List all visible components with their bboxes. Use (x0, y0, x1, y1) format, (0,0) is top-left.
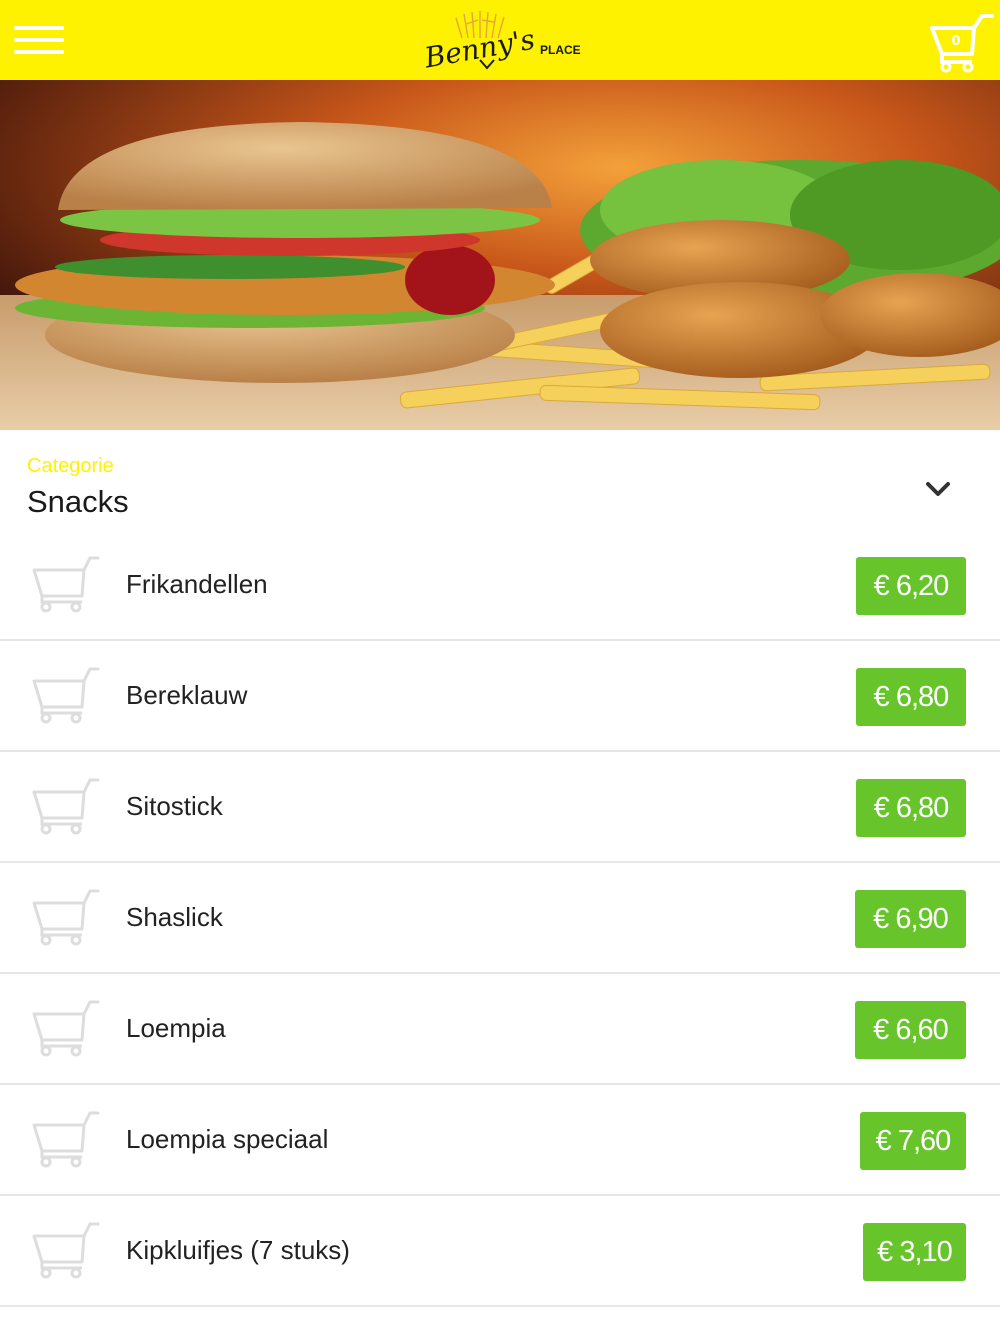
price-badge[interactable]: € 6,20 (856, 557, 966, 615)
add-to-cart-icon[interactable] (30, 1220, 100, 1280)
list-item[interactable]: Shaslick € 6,90 (0, 863, 1000, 974)
brand-logo[interactable]: Benny's PLACE (420, 8, 590, 74)
price-badge[interactable]: € 6,80 (856, 779, 966, 837)
header-cart-button[interactable]: 0 (928, 8, 994, 74)
item-name: Sitostick (126, 791, 223, 821)
price-badge[interactable]: € 6,90 (855, 890, 966, 948)
list-item[interactable]: Sitostick € 6,80 (0, 752, 1000, 863)
list-item[interactable]: Loempia € 6,60 (0, 974, 1000, 1085)
list-item[interactable]: Bereklauw € 6,80 (0, 641, 1000, 752)
price-badge[interactable]: € 3,10 (863, 1223, 966, 1281)
category-selector[interactable]: Categorie Snacks (0, 430, 1000, 530)
item-name: Shaslick (126, 902, 223, 932)
price-badge[interactable]: € 6,60 (855, 1001, 966, 1059)
cart-count-badge: 0 (951, 34, 961, 49)
add-to-cart-icon[interactable] (30, 776, 100, 836)
menu-button[interactable] (14, 24, 66, 56)
svg-text:Benny's: Benny's (421, 23, 537, 74)
category-value: Snacks (27, 484, 129, 519)
food-banner-image (0, 80, 1000, 430)
chevron-down-icon[interactable] (924, 478, 952, 500)
item-name: Kipkluifjes (7 stuks) (126, 1235, 350, 1265)
item-name: Bereklauw (126, 680, 248, 710)
category-label: Categorie (27, 455, 114, 477)
add-to-cart-icon[interactable] (30, 887, 100, 947)
svg-text:PLACE: PLACE (540, 43, 581, 57)
item-name: Frikandellen (126, 569, 268, 599)
price-badge[interactable]: € 6,80 (856, 668, 966, 726)
list-item[interactable]: Loempia speciaal € 7,60 (0, 1085, 1000, 1196)
add-to-cart-icon[interactable] (30, 665, 100, 725)
price-badge[interactable]: € 7,60 (860, 1112, 966, 1170)
app-header: Benny's PLACE 0 (0, 0, 1000, 80)
hero-food-image (0, 80, 1000, 430)
item-name: Loempia (126, 1013, 226, 1043)
add-to-cart-icon[interactable] (30, 1109, 100, 1169)
menu-icon-bar (14, 26, 64, 30)
product-list: Frikandellen € 6,20 Bereklauw € 6,80 Sit… (0, 530, 1000, 1307)
add-to-cart-icon[interactable] (30, 998, 100, 1058)
item-name: Loempia speciaal (126, 1124, 329, 1154)
add-to-cart-icon[interactable] (30, 554, 100, 614)
menu-icon-bar (14, 50, 64, 54)
list-item[interactable]: Kipkluifjes (7 stuks) € 3,10 (0, 1196, 1000, 1307)
list-item[interactable]: Frikandellen € 6,20 (0, 530, 1000, 641)
menu-icon-bar (14, 38, 64, 42)
